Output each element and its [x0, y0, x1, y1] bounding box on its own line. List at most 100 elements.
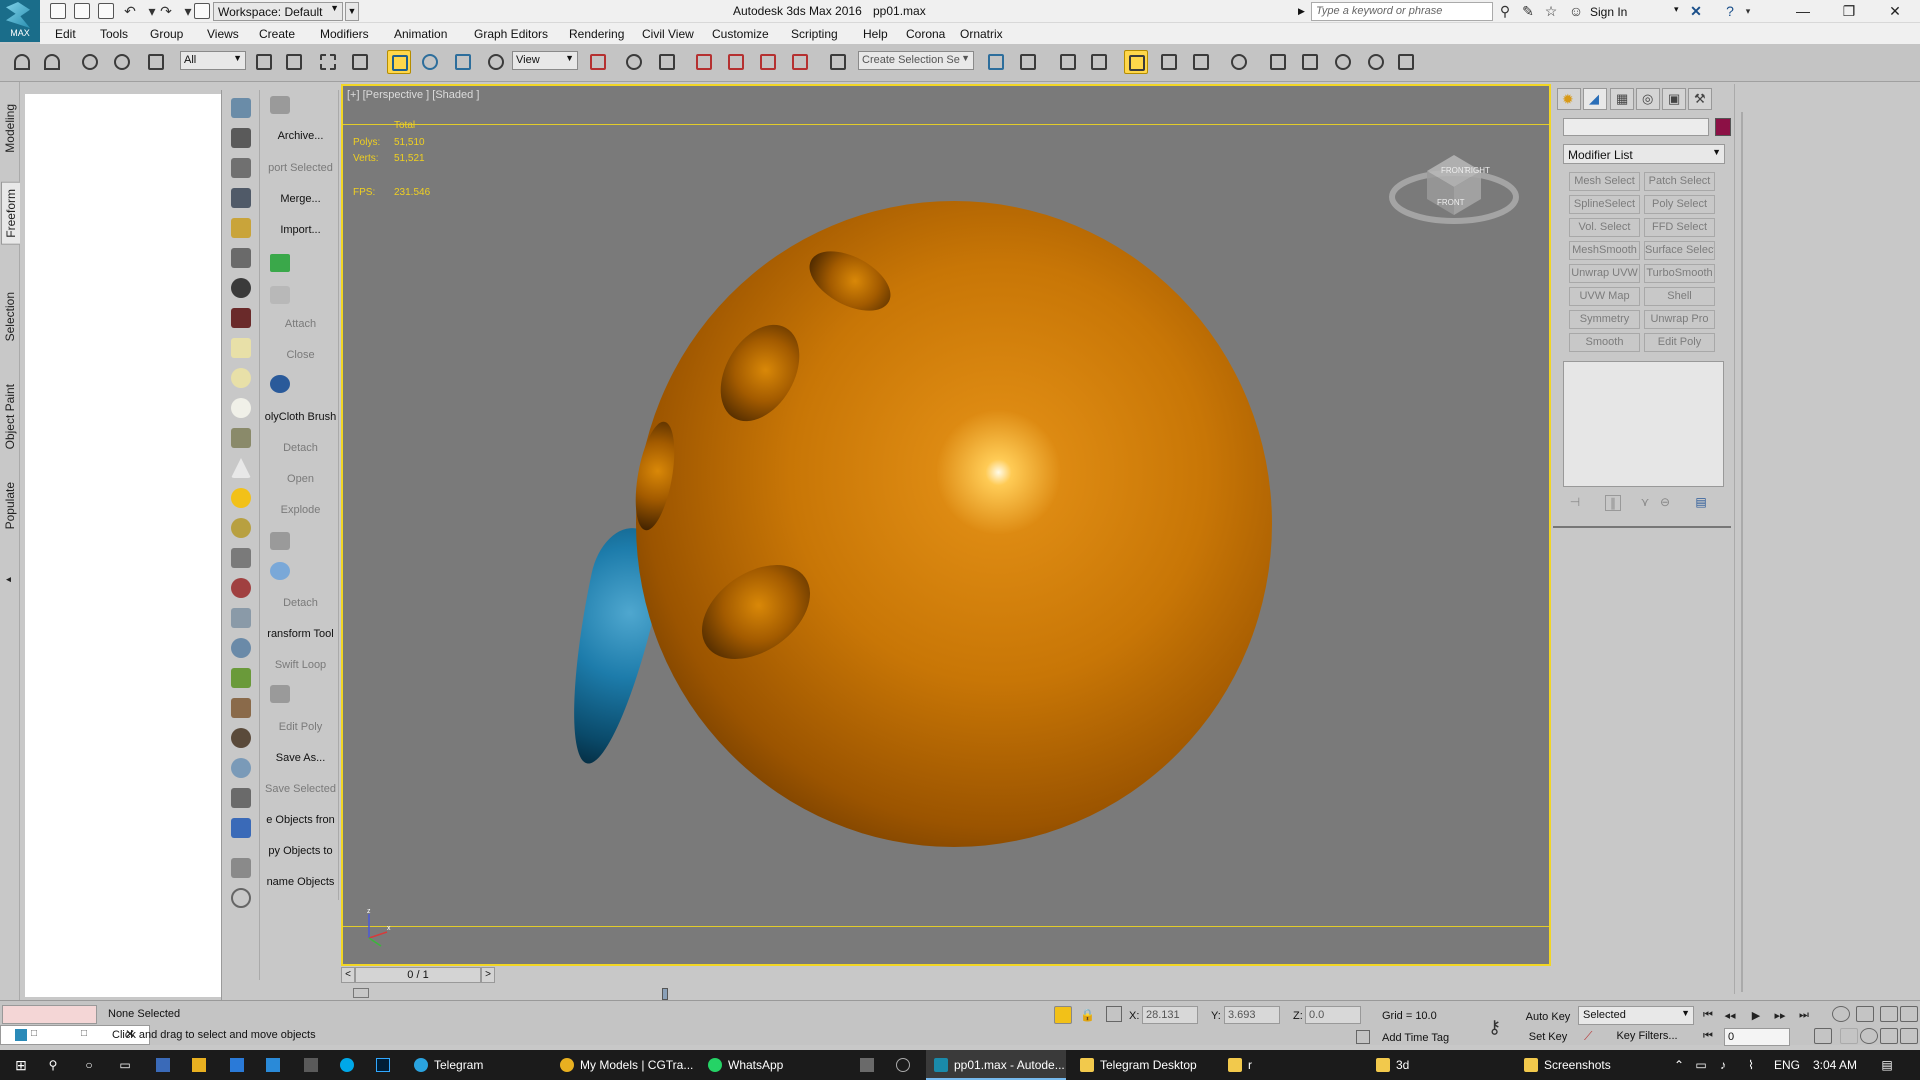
- volume-icon[interactable]: ♪: [1716, 1058, 1730, 1072]
- taskbar-telegram[interactable]: Telegram: [410, 1050, 526, 1080]
- default-tangent-icon[interactable]: ⟋: [1584, 1029, 1592, 1044]
- select-manipulate-icon[interactable]: [622, 50, 646, 74]
- orbit-icon[interactable]: [1880, 1028, 1898, 1044]
- snaps-toggle-icon[interactable]: [692, 50, 716, 74]
- next-frame-icon[interactable]: ▸▸: [1772, 1009, 1788, 1023]
- smooth-button[interactable]: Smooth: [1569, 333, 1640, 352]
- scene-explorer-list[interactable]: [25, 94, 221, 997]
- network-tray-icon[interactable]: ▭: [1694, 1058, 1708, 1072]
- mesh-icon[interactable]: [231, 428, 251, 448]
- layout-icon[interactable]: [231, 858, 251, 878]
- film-reel-icon[interactable]: [231, 308, 251, 328]
- rectangular-selection-icon[interactable]: [316, 50, 340, 74]
- select-by-name-icon[interactable]: [282, 50, 306, 74]
- viewport-label[interactable]: [+] [Perspective ] [Shaded ]: [347, 89, 479, 101]
- subscription-icon[interactable]: ✎: [1520, 3, 1536, 19]
- document-icon[interactable]: [231, 158, 251, 178]
- listener-restore-icon[interactable]: □: [81, 1028, 87, 1039]
- save-as-button[interactable]: Save As...: [262, 752, 339, 764]
- selection-filter-dropdown[interactable]: All ▼: [180, 51, 246, 70]
- mail-icon[interactable]: [230, 1058, 244, 1072]
- time-slider-prev[interactable]: <: [341, 967, 355, 983]
- goto-start-icon[interactable]: ⏮: [1700, 1009, 1716, 1023]
- gear-script-icon[interactable]: [231, 248, 251, 268]
- turbosmooth-button[interactable]: TurboSmooth: [1644, 264, 1715, 283]
- lock-selection-icon[interactable]: 🔒: [1080, 1008, 1095, 1022]
- open-button[interactable]: Open: [262, 473, 339, 485]
- circle-icon[interactable]: [231, 398, 251, 418]
- attach-button[interactable]: Attach: [262, 318, 339, 330]
- save-file-icon[interactable]: [98, 3, 114, 19]
- texture-icon[interactable]: [231, 728, 251, 748]
- zoom-icon[interactable]: [1832, 1006, 1850, 1022]
- shell-button[interactable]: Shell: [1644, 287, 1715, 306]
- windows-start-icon[interactable]: ⊞: [14, 1058, 28, 1072]
- absolute-mode-icon[interactable]: [1106, 1006, 1122, 1022]
- surface-select-button[interactable]: Surface Select: [1644, 241, 1715, 260]
- brush-icon[interactable]: [231, 578, 251, 598]
- undo-icon[interactable]: ↶: [122, 3, 138, 19]
- desktop-icon[interactable]: [266, 1058, 280, 1072]
- key-mode-toggle-icon[interactable]: ⏮: [1700, 1030, 1716, 1044]
- named-selection-set-dropdown[interactable]: Create Selection Se ▼: [858, 51, 974, 70]
- ellipse-icon[interactable]: [231, 368, 251, 388]
- taskbar-telegram-desktop[interactable]: Telegram Desktop: [1080, 1050, 1220, 1080]
- camera-icon[interactable]: [231, 278, 251, 298]
- mesh-select-button[interactable]: Mesh Select: [1569, 172, 1640, 191]
- pin-stack-icon[interactable]: ⊣: [1567, 495, 1583, 511]
- play-icon[interactable]: ▶: [1748, 1009, 1764, 1023]
- layers-icon[interactable]: [231, 788, 251, 808]
- undo-icon[interactable]: [10, 50, 34, 74]
- open-file-icon[interactable]: [74, 3, 90, 19]
- menu-scripting[interactable]: Scripting: [791, 27, 838, 41]
- field-of-view-icon[interactable]: [1840, 1028, 1858, 1044]
- configure-modifier-sets-icon[interactable]: ▤: [1693, 495, 1709, 511]
- schematic-view-icon[interactable]: [1189, 50, 1213, 74]
- app-menu-button[interactable]: MAX: [0, 0, 40, 42]
- angle-snap-icon[interactable]: [724, 50, 748, 74]
- network-icon[interactable]: [304, 1058, 318, 1072]
- remove-modifier-icon[interactable]: ⊖: [1657, 495, 1673, 511]
- sun-icon[interactable]: [231, 488, 251, 508]
- utilities-tab-icon[interactable]: ⚒: [1688, 88, 1712, 110]
- object-name-field[interactable]: [1563, 118, 1709, 136]
- zoom-all-icon[interactable]: [1856, 1006, 1874, 1022]
- search-expand-icon[interactable]: ▶: [1298, 2, 1310, 21]
- orange-sphere-object[interactable]: [628, 201, 1272, 847]
- symmetry-button[interactable]: Symmetry: [1569, 310, 1640, 329]
- show-end-result-icon[interactable]: ∥: [1605, 495, 1621, 511]
- listener-window-icon[interactable]: □: [31, 1028, 37, 1039]
- favorites-star-icon[interactable]: ☆: [1543, 3, 1559, 19]
- menu-edit[interactable]: Edit: [55, 27, 76, 41]
- previous-frame-icon[interactable]: ◂◂: [1722, 1009, 1738, 1023]
- project-folder-icon[interactable]: [194, 3, 210, 19]
- taskbar-chrome-cgtrader[interactable]: My Models | CGTra...: [560, 1050, 706, 1080]
- key-filters-button[interactable]: Key Filters...: [1602, 1028, 1692, 1046]
- menu-group[interactable]: Group: [150, 27, 183, 41]
- z-coord-field[interactable]: 0.0: [1305, 1006, 1361, 1024]
- edit-poly-button[interactable]: Edit Poly: [262, 721, 339, 733]
- make-unique-icon[interactable]: ⋎: [1637, 495, 1653, 511]
- viewcube-front-label[interactable]: FRONT: [1437, 198, 1465, 207]
- poly-select-button[interactable]: Poly Select: [1644, 195, 1715, 214]
- pan-view-icon[interactable]: [1860, 1028, 1878, 1044]
- select-and-move-icon[interactable]: [387, 50, 411, 74]
- clock-app-icon[interactable]: [896, 1058, 910, 1072]
- keyboard-shortcut-override-icon[interactable]: [655, 50, 679, 74]
- spline-select-button[interactable]: SplineSelect: [1569, 195, 1640, 214]
- pivot-center-icon[interactable]: [586, 50, 610, 74]
- select-and-rotate-icon[interactable]: [418, 50, 442, 74]
- action-center-icon[interactable]: ▤: [1880, 1058, 1894, 1072]
- a360-gallery-icon[interactable]: [1394, 50, 1418, 74]
- menu-ornatrix[interactable]: Ornatrix: [960, 27, 1003, 41]
- unwrap-pro-button[interactable]: Unwrap Pro: [1644, 310, 1715, 329]
- binoculars-icon[interactable]: ⚲: [1497, 3, 1513, 19]
- taskbar-clock[interactable]: 3:04 AM: [1813, 1058, 1857, 1072]
- reference-coordinate-dropdown[interactable]: View ▼: [512, 51, 578, 70]
- new-file-icon[interactable]: [50, 3, 66, 19]
- grid-icon[interactable]: [231, 548, 251, 568]
- menu-views[interactable]: Views: [207, 27, 239, 41]
- taskbar-folder-r[interactable]: r: [1228, 1050, 1358, 1080]
- vol-select-button[interactable]: Vol. Select: [1569, 218, 1640, 237]
- maxscript-mini-listener[interactable]: [2, 1005, 97, 1024]
